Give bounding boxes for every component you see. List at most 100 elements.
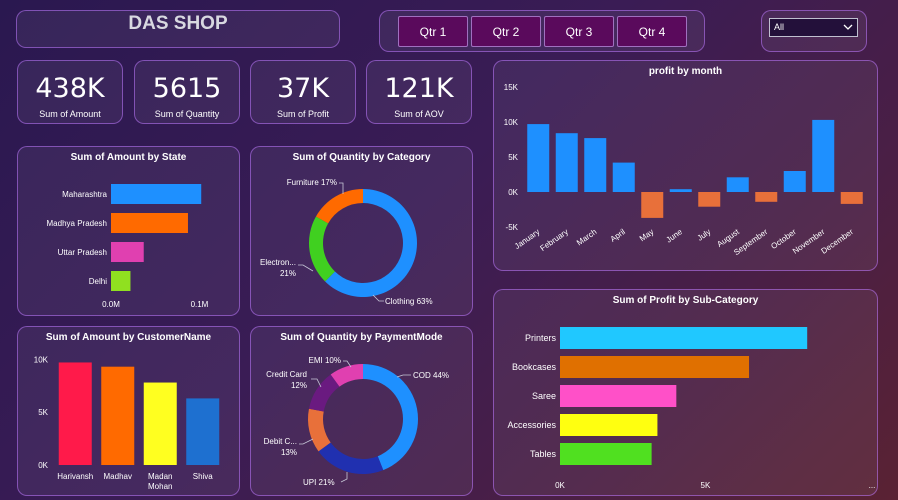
slice-label: UPI 21% bbox=[303, 478, 335, 487]
slice-label: EMI 10% bbox=[309, 356, 341, 365]
kpi-value: 438K bbox=[35, 73, 105, 104]
category-label: Harivansh bbox=[57, 472, 93, 481]
bar bbox=[111, 184, 202, 204]
bar bbox=[111, 242, 144, 262]
quarter-button-3[interactable]: Qtr 3 bbox=[544, 16, 614, 47]
subcategory-bar-chart: Printers Bookcases Saree Accessories Tables 0… bbox=[507, 327, 876, 490]
category-label: Saree bbox=[532, 391, 556, 401]
bar bbox=[101, 366, 135, 465]
slice-label: COD 44% bbox=[413, 371, 449, 380]
bar bbox=[111, 213, 188, 233]
category-label: Printers bbox=[525, 333, 557, 343]
category-label: Madhya Pradesh bbox=[47, 219, 107, 228]
bar bbox=[560, 385, 677, 407]
donut-slice bbox=[363, 364, 418, 471]
bar bbox=[584, 138, 607, 192]
bar bbox=[783, 171, 806, 192]
quarter-button-2[interactable]: Qtr 2 bbox=[471, 16, 541, 47]
slice-label: Clothing 63% bbox=[385, 297, 433, 306]
bar bbox=[840, 192, 863, 204]
category-label: Madhav bbox=[104, 472, 132, 481]
x-tick-label: 0.0M bbox=[102, 300, 120, 309]
leader-line bbox=[298, 264, 314, 272]
bar bbox=[755, 192, 778, 202]
dashboard-title: DAS SHOP bbox=[128, 13, 228, 34]
bar bbox=[560, 327, 808, 349]
leader-line bbox=[299, 438, 314, 445]
kpi-card-amount: 438K Sum of Amount bbox=[17, 60, 123, 124]
leader-line bbox=[339, 182, 344, 194]
filter-dropdown[interactable]: All bbox=[769, 18, 858, 37]
category-label: May bbox=[638, 227, 656, 243]
quarter-slicer: Qtr 1 Qtr 2 Qtr 3 Qtr 4 bbox=[379, 10, 705, 52]
filter-slicer: All bbox=[761, 10, 867, 52]
chart-panel-payment: Sum of Quantity by PaymentMode COD 44% UP… bbox=[250, 326, 473, 496]
y-tick-label: 10K bbox=[34, 355, 49, 364]
bar bbox=[641, 192, 664, 218]
bar bbox=[669, 189, 692, 192]
category-label: Bookcases bbox=[512, 362, 557, 372]
donut-slice bbox=[309, 216, 335, 282]
leader-line bbox=[340, 472, 348, 483]
bar bbox=[560, 356, 750, 378]
y-tick-label: 10K bbox=[504, 118, 519, 127]
category-label: March bbox=[575, 227, 598, 247]
x-tick-label: 0.1M bbox=[191, 300, 209, 309]
category-label: July bbox=[696, 227, 713, 243]
bar bbox=[111, 271, 131, 291]
kpi-card-aov: 121K Sum of AOV bbox=[366, 60, 472, 124]
quarter-button-4[interactable]: Qtr 4 bbox=[617, 16, 687, 47]
bar bbox=[698, 192, 721, 207]
bar bbox=[560, 443, 652, 465]
kpi-value: 121K bbox=[384, 73, 454, 104]
dashboard-title-card: DAS SHOP bbox=[16, 10, 340, 48]
donut-slice bbox=[315, 189, 363, 224]
bar bbox=[143, 382, 177, 465]
kpi-value: 37K bbox=[276, 73, 330, 104]
x-tick-label: 0K bbox=[555, 481, 565, 490]
kpi-label: Sum of AOV bbox=[394, 109, 444, 119]
slice-label: Electron... bbox=[260, 258, 296, 267]
chart-panel-subcategory: Sum of Profit by Sub-Category Printers Bo… bbox=[493, 289, 878, 496]
chart-panel-state: Sum of Amount by State Maharashtra Madhya… bbox=[17, 146, 240, 316]
category-label: April bbox=[609, 227, 627, 244]
bar bbox=[555, 133, 578, 192]
filter-selected-value: All bbox=[774, 22, 785, 32]
kpi-label: Sum of Amount bbox=[39, 109, 101, 119]
kpi-label: Sum of Quantity bbox=[154, 109, 220, 119]
bar bbox=[186, 398, 220, 465]
chart-panel-category: Sum of Quantity by Category Clothing 63%… bbox=[250, 146, 473, 316]
slice-label: Furniture 17% bbox=[287, 178, 337, 187]
category-label: Uttar Pradesh bbox=[58, 248, 107, 257]
category-label: Maharashtra bbox=[62, 190, 107, 199]
quarter-button-1[interactable]: Qtr 1 bbox=[398, 16, 468, 47]
kpi-value: 5615 bbox=[152, 73, 222, 104]
kpi-label: Sum of Profit bbox=[276, 109, 330, 119]
x-tick-label: 5K bbox=[701, 481, 711, 490]
bar bbox=[812, 119, 835, 192]
overflow-indicator: ... bbox=[869, 481, 876, 490]
y-tick-label: 15K bbox=[504, 83, 519, 92]
leader-line bbox=[396, 374, 411, 378]
month-profit-chart: 15K10K5K0K-5KJanuaryFebruary March April Ma… bbox=[504, 83, 863, 257]
donut-slice bbox=[308, 408, 331, 452]
donut-slice bbox=[318, 442, 384, 474]
payment-donut-chart: COD 44% UPI 21% Debit C... 13% Credit Card 12… bbox=[264, 356, 449, 487]
category-label: Delhi bbox=[89, 277, 107, 286]
kpi-card-profit: 37K Sum of Profit bbox=[250, 60, 356, 124]
category-label: Tables bbox=[530, 449, 557, 459]
y-tick-label: 5K bbox=[38, 408, 48, 417]
chart-panel-customer: Sum of Amount by CustomerName 10K 5K 0K Har… bbox=[17, 326, 240, 496]
chart-panel-month: profit by month 15K 10K 5K 0K -5K January Febr… bbox=[493, 60, 878, 271]
bar bbox=[58, 362, 92, 465]
category-label: December bbox=[820, 227, 856, 256]
y-tick-label: -5K bbox=[506, 223, 519, 232]
bar bbox=[726, 177, 749, 192]
kpi-card-quantity: 5615 Sum of Quantity bbox=[134, 60, 240, 124]
bar bbox=[612, 162, 635, 192]
category-label: Accessories bbox=[507, 420, 556, 430]
slice-label: 21% bbox=[280, 269, 296, 278]
category-label: Mohan bbox=[148, 482, 172, 491]
slice-label: 12% bbox=[291, 381, 307, 390]
category-label: Shiva bbox=[193, 472, 214, 481]
